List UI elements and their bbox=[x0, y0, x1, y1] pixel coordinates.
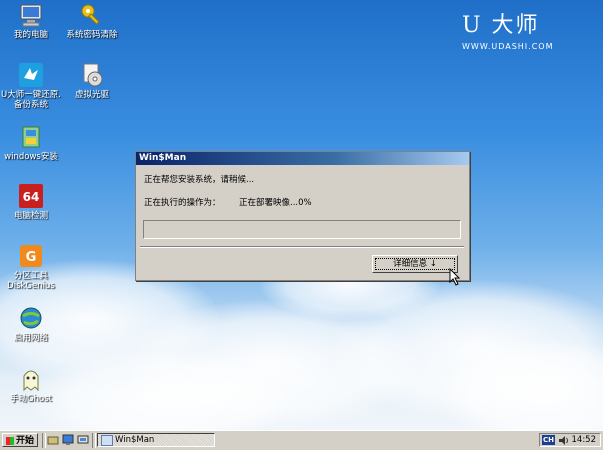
quicklaunch-computer-icon[interactable] bbox=[77, 434, 89, 446]
logo-url: WWW.UDASHI.COM bbox=[462, 42, 554, 51]
operation-label: 正在执行的操作为： bbox=[144, 198, 221, 208]
desktop-icon-pc-check[interactable]: 64 电脑检测 bbox=[0, 183, 62, 221]
desktop-icon-manual-ghost[interactable]: 手动Ghost bbox=[0, 366, 62, 404]
taskbar-separator bbox=[42, 433, 46, 448]
details-button[interactable]: 详细信息 ↓ bbox=[372, 255, 458, 273]
desktop-icon-password-clear[interactable]: 系统密码清除 bbox=[61, 2, 123, 40]
computer-icon bbox=[18, 2, 44, 28]
bird-icon bbox=[18, 62, 44, 88]
winsman-dialog: Win$Man 正在帮您安装系统，请稍候... 正在执行的操作为： 正在部署映像… bbox=[135, 151, 470, 281]
clock: 14:52 bbox=[571, 435, 597, 445]
desktop-icon-label: 我的电脑 bbox=[13, 30, 48, 40]
desktop-icon-label: 分区工具DiskGenius bbox=[7, 271, 55, 291]
desktop-icon-my-computer[interactable]: 我的电脑 bbox=[0, 2, 62, 40]
desktop-icon-windows-install[interactable]: windows安装 bbox=[0, 124, 62, 162]
aida64-icon: 64 bbox=[18, 183, 44, 209]
desktop-icon-virtual-drive[interactable]: 虚拟光驱 bbox=[61, 62, 123, 100]
desktop-icon-label: 虚拟光驱 bbox=[74, 90, 109, 100]
mouse-cursor-icon bbox=[449, 267, 461, 289]
operation-value: 正在部署映像...0% bbox=[239, 198, 312, 208]
desktop-icon-label: 系统密码清除 bbox=[66, 30, 118, 40]
start-button[interactable]: 开始 bbox=[2, 433, 38, 447]
ime-indicator[interactable]: CH bbox=[542, 435, 555, 445]
desktop-icon-label: U大师一键还原.备份系统 bbox=[1, 90, 61, 110]
key-icon bbox=[79, 2, 105, 28]
quicklaunch-disk-icon[interactable] bbox=[47, 434, 59, 446]
desktop-icon-diskgenius[interactable]: G 分区工具DiskGenius bbox=[0, 243, 62, 291]
svg-text:64: 64 bbox=[23, 190, 40, 204]
desktop-icon-label: 电脑检测 bbox=[13, 211, 48, 221]
desktop-icon-restore-backup[interactable]: U大师一键还原.备份系统 bbox=[0, 62, 62, 110]
install-progress-bar bbox=[143, 220, 461, 239]
svg-text:G: G bbox=[26, 250, 37, 265]
taskbar: 开始 Win$Man CH 14:52 bbox=[0, 430, 603, 450]
volume-icon[interactable] bbox=[558, 435, 569, 449]
logo-title: U 大师 bbox=[462, 13, 540, 38]
diskgenius-icon: G bbox=[18, 243, 44, 269]
installer-icon bbox=[18, 124, 44, 150]
dialog-title[interactable]: Win$Man bbox=[136, 152, 469, 165]
udashi-logo: U 大师 WWW.UDASHI.COM bbox=[462, 13, 582, 52]
system-tray: CH 14:52 bbox=[539, 433, 601, 447]
desktop-icon-label: windows安装 bbox=[4, 152, 58, 162]
desktop-icon-label: 手动Ghost bbox=[10, 394, 52, 404]
windows-flag-icon bbox=[6, 437, 14, 445]
taskbar-item-winsman[interactable]: Win$Man bbox=[97, 433, 215, 447]
desktop-icon-label: 启用网络 bbox=[13, 333, 48, 343]
cd-drive-icon bbox=[79, 62, 105, 88]
quicklaunch-desktop-icon[interactable] bbox=[62, 434, 74, 446]
start-label: 开始 bbox=[15, 436, 34, 446]
desktop-icon-enable-network[interactable]: 启用网络 bbox=[0, 305, 62, 343]
network-globe-icon bbox=[18, 305, 44, 331]
ghost-icon bbox=[18, 366, 44, 392]
dialog-divider bbox=[140, 246, 464, 248]
taskbar-item-label: Win$Man bbox=[115, 435, 155, 445]
taskbar-separator bbox=[92, 433, 96, 448]
window-icon bbox=[101, 435, 113, 446]
install-status-text: 正在帮您安装系统，请稍候... bbox=[144, 175, 255, 185]
